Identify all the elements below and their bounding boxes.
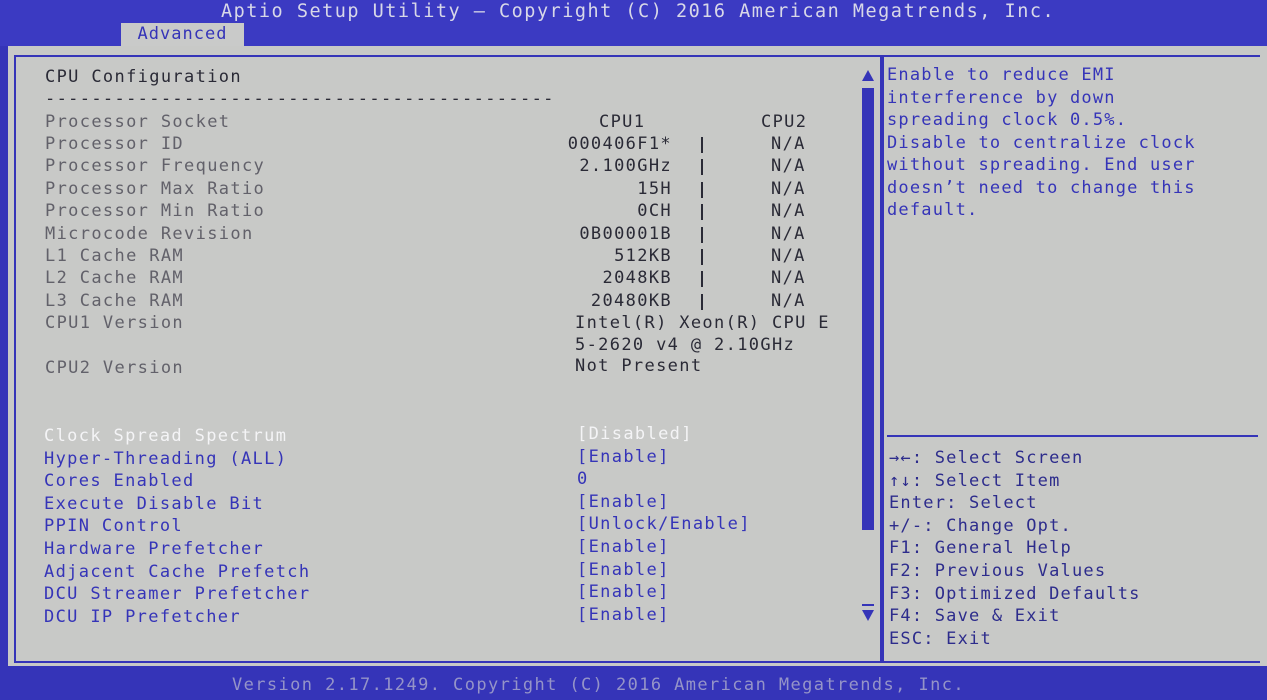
processor-row-cpu2-value: N/A xyxy=(771,134,806,154)
option-label[interactable]: DCU Streamer Prefetcher xyxy=(44,583,310,605)
key-legend-item: F4: Save & Exit xyxy=(889,606,1061,627)
processor-row-cpu1-value: 512KB xyxy=(614,246,672,266)
processor-row-cpu2-value: N/A xyxy=(771,268,806,289)
option-label[interactable]: DCU IP Prefetcher xyxy=(44,606,241,628)
processor-row-label: Processor ID xyxy=(45,134,185,154)
option-label[interactable]: Cores Enabled xyxy=(44,470,195,492)
option-label[interactable]: Adjacent Cache Prefetch xyxy=(44,561,310,583)
processor-row-label: Processor Frequency xyxy=(45,156,266,177)
section-divider: ----------------------------------------… xyxy=(45,89,555,109)
section-title: CPU Configuration xyxy=(45,67,242,87)
option-value[interactable]: [Enable] xyxy=(577,491,670,513)
column-separator xyxy=(701,137,703,153)
processor-row-cpu1-value: 000406F1* xyxy=(567,134,672,154)
option-label[interactable]: Hardware Prefetcher xyxy=(44,538,264,560)
cpu2-header: CPU2 xyxy=(761,112,808,132)
tab-advanced[interactable]: Advanced xyxy=(121,23,244,46)
option-value[interactable]: [Enable] xyxy=(577,581,670,603)
option-value[interactable]: [Enable] xyxy=(577,559,670,581)
scrollbar-track[interactable] xyxy=(862,530,874,604)
option-label[interactable]: Clock Spread Spectrum xyxy=(44,425,287,447)
key-legend-item: F1: General Help xyxy=(889,538,1072,559)
processor-row-label: Processor Max Ratio xyxy=(45,178,266,199)
processor-row-label: L3 Cache RAM xyxy=(45,290,185,311)
column-separator xyxy=(701,181,703,198)
column-separator xyxy=(701,159,703,176)
help-line: doesn’t need to change this xyxy=(887,177,1196,198)
help-separator xyxy=(887,435,1258,437)
key-legend-item: F3: Optimized Defaults xyxy=(889,583,1141,604)
scroll-up-arrow-icon[interactable] xyxy=(862,70,874,81)
scroll-down-arrow-icon[interactable] xyxy=(862,610,874,621)
option-value[interactable]: [Unlock/Enable] xyxy=(577,513,751,535)
column-separator xyxy=(701,204,703,221)
processor-row-cpu1-value: 20480KB xyxy=(590,290,672,311)
app-title: Aptio Setup Utility – Copyright (C) 2016… xyxy=(221,1,1056,22)
key-legend-item: ESC: Exit xyxy=(889,628,992,649)
help-line: Disable to centralize clock xyxy=(887,132,1196,153)
processor-row-cpu1-value: 2048KB xyxy=(602,268,672,289)
cpu2-version-value: Not Present xyxy=(575,356,703,376)
cpu1-version-line1: Intel(R) Xeon(R) CPU E xyxy=(575,313,830,333)
column-separator xyxy=(701,293,703,310)
option-value[interactable]: [Enable] xyxy=(577,536,670,558)
cpu1-version-label: CPU1 Version xyxy=(45,313,185,333)
column-separator xyxy=(701,226,703,243)
help-line: interference by down xyxy=(887,87,1116,108)
processor-row-cpu1-value: 2.100GHz xyxy=(579,156,672,177)
cpu1-version-line2: 5-2620 v4 @ 2.10GHz xyxy=(575,335,796,355)
processor-row-cpu2-value: N/A xyxy=(771,290,806,311)
processor-row-cpu2-value: N/A xyxy=(771,223,806,244)
column-separator xyxy=(701,271,703,288)
help-line: spreading clock 0.5%. xyxy=(887,110,1128,130)
option-value[interactable]: [Enable] xyxy=(577,446,670,468)
processor-row-label: L1 Cache RAM xyxy=(45,246,185,266)
key-legend-item: Enter: Select xyxy=(889,493,1038,514)
help-line: without spreading. End user xyxy=(887,155,1196,175)
help-line: default. xyxy=(887,200,979,220)
column-separator xyxy=(701,249,703,265)
option-value[interactable]: [Enable] xyxy=(577,604,670,626)
processor-row-label: Processor Min Ratio xyxy=(45,201,266,222)
processor-row-cpu2-value: N/A xyxy=(771,156,806,177)
processor-row-cpu2-value: N/A xyxy=(771,246,806,266)
processor-socket-label: Processor Socket xyxy=(45,112,231,132)
cpu1-header: CPU1 xyxy=(599,112,646,132)
option-value[interactable]: [Disabled] xyxy=(577,423,693,445)
processor-row-cpu1-value: 0B00001B xyxy=(579,223,672,244)
option-label[interactable]: Hyper-Threading (ALL) xyxy=(44,448,287,470)
key-legend-item: ↑↓: Select Item xyxy=(889,470,1061,491)
processor-row-label: L2 Cache RAM xyxy=(45,268,185,289)
processor-row-cpu2-value: N/A xyxy=(771,201,806,222)
cpu2-version-label: CPU2 Version xyxy=(45,358,185,378)
key-legend-item: +/-: Change Opt. xyxy=(889,515,1072,536)
processor-row-label: Microcode Revision xyxy=(45,223,254,244)
scrollbar-thumb[interactable] xyxy=(862,88,874,606)
key-legend-item: →←: Select Screen xyxy=(889,448,1084,468)
processor-row-cpu1-value: 0CH xyxy=(637,201,672,222)
key-legend-item: F2: Previous Values xyxy=(889,561,1107,581)
processor-row-cpu2-value: N/A xyxy=(771,178,806,199)
help-line: Enable to reduce EMI xyxy=(887,65,1116,85)
processor-row-cpu1-value: 15H xyxy=(637,178,672,199)
option-label[interactable]: PPIN Control xyxy=(44,515,183,537)
option-value[interactable]: 0 xyxy=(577,468,589,490)
option-label[interactable]: Execute Disable Bit xyxy=(44,493,264,515)
footer-version: Version 2.17.1249. Copyright (C) 2016 Am… xyxy=(232,675,965,695)
bios-screen: Aptio Setup Utility – Copyright (C) 2016… xyxy=(0,0,1267,700)
